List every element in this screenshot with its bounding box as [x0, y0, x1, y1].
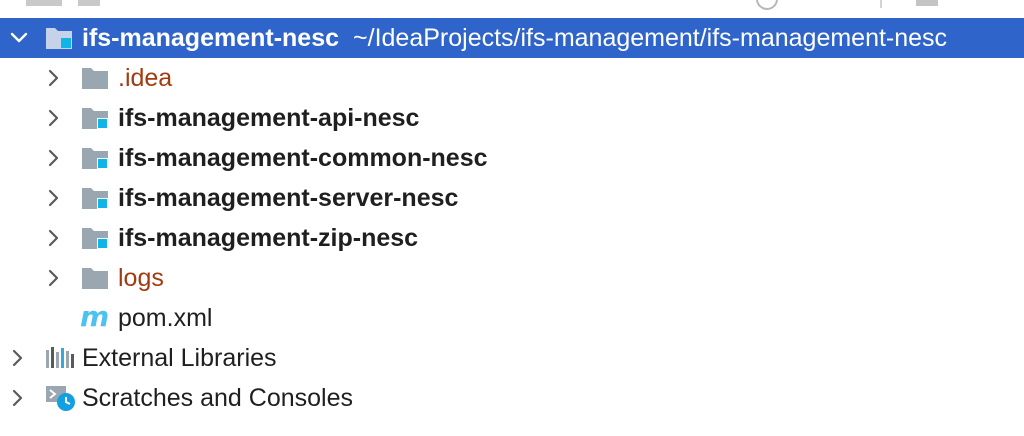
chevron-right-icon[interactable]	[44, 268, 64, 288]
root-path: ~/IdeaProjects/ifs-management/ifs-manage…	[353, 24, 948, 52]
tree-row-zip[interactable]: ifs-management-zip-nesc	[0, 218, 1024, 258]
scratches-icon	[46, 386, 75, 411]
chevron-right-icon[interactable]	[44, 228, 64, 248]
tree-row-idea[interactable]: .idea	[0, 58, 1024, 98]
tree-row-server[interactable]: ifs-management-server-nesc	[0, 178, 1024, 218]
toolbar-strip	[0, 0, 1024, 18]
module-folder-icon	[82, 148, 108, 169]
root-label: ifs-management-nesc ~/IdeaProjects/ifs-ma…	[82, 24, 948, 52]
module-folder-icon	[46, 28, 72, 49]
svg-text:m: m	[80, 304, 109, 332]
tree-row-api[interactable]: ifs-management-api-nesc	[0, 98, 1024, 138]
tree-row-pom[interactable]: m pom.xml	[0, 298, 1024, 338]
chevron-right-icon[interactable]	[44, 188, 64, 208]
tree-item-label: External Libraries	[82, 344, 277, 372]
tree-item-label: ifs-management-common-nesc	[118, 144, 488, 172]
tree-item-label: pom.xml	[118, 304, 213, 332]
chevron-right-icon[interactable]	[8, 348, 28, 368]
toolbar-clock-icon[interactable]	[756, 0, 778, 10]
module-folder-icon	[82, 188, 108, 209]
tree-row-scratches[interactable]: Scratches and Consoles	[0, 378, 1024, 418]
tree-item-label: .idea	[118, 64, 173, 92]
folder-icon	[82, 268, 108, 289]
module-folder-icon	[82, 228, 108, 249]
toolbar-separator	[880, 0, 882, 8]
toolbar-fragment	[916, 0, 938, 6]
tree-row-common[interactable]: ifs-management-common-nesc	[0, 138, 1024, 178]
maven-m-icon: m	[80, 304, 109, 332]
toolbar-fragment	[78, 0, 100, 6]
tree-item-label: Scratches and Consoles	[82, 384, 353, 412]
tree-item-label: ifs-management-zip-nesc	[118, 224, 419, 252]
libraries-icon	[46, 347, 74, 368]
tree-row-logs[interactable]: logs	[0, 258, 1024, 298]
toolbar-fragment	[26, 0, 62, 6]
tree-item-label: logs	[118, 264, 164, 292]
tree-item-label: ifs-management-api-nesc	[118, 104, 420, 132]
tree-row-root[interactable]: ifs-management-nesc ~/IdeaProjects/ifs-ma…	[0, 18, 1024, 58]
chevron-right-icon[interactable]	[8, 388, 28, 408]
module-folder-icon	[82, 108, 108, 129]
chevron-right-icon[interactable]	[44, 68, 64, 88]
chevron-down-icon[interactable]	[9, 28, 29, 48]
tree-item-label: ifs-management-server-nesc	[118, 184, 459, 212]
chevron-right-icon[interactable]	[44, 108, 64, 128]
tree-row-external-libraries[interactable]: External Libraries	[0, 338, 1024, 378]
folder-icon	[82, 68, 108, 89]
chevron-right-icon[interactable]	[44, 148, 64, 168]
